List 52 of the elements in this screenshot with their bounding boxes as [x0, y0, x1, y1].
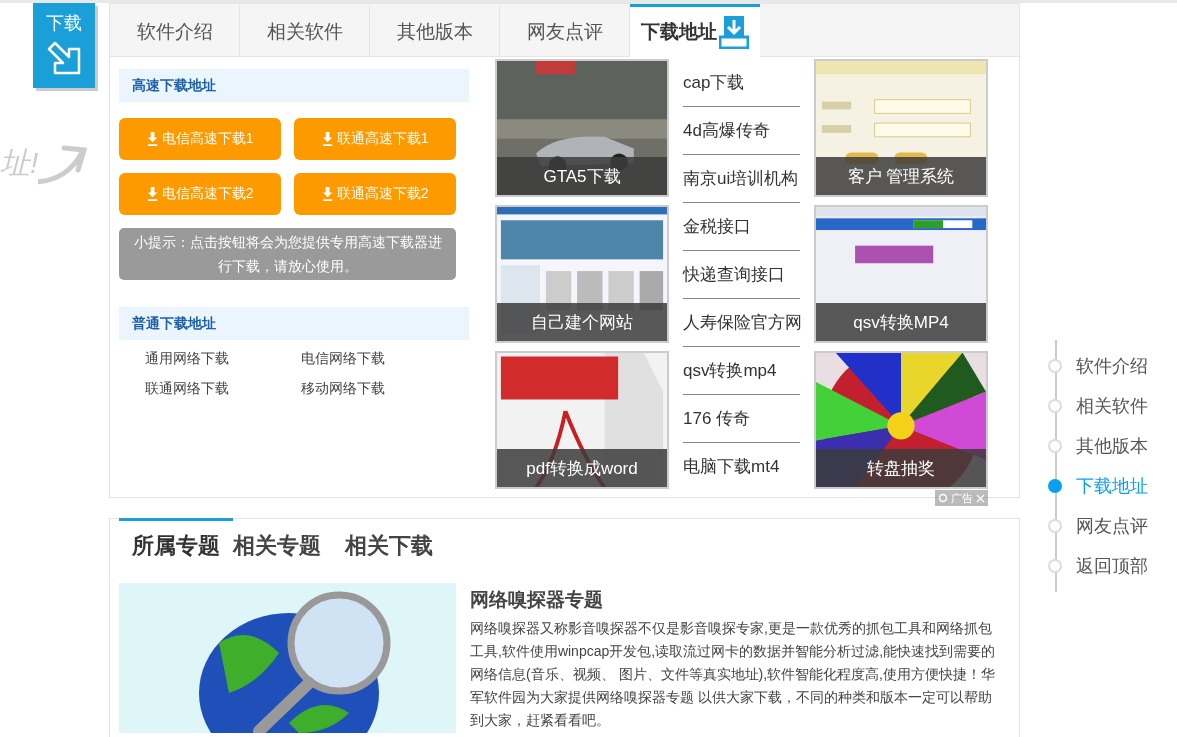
tab[interactable]: 下载地址 — [630, 4, 760, 57]
download-icon — [321, 187, 333, 201]
tile-caption: 自己建个网站 — [497, 303, 667, 341]
side-nav-item[interactable]: 软件介绍 — [1047, 354, 1177, 378]
side-nav-item[interactable]: 相关软件 — [1047, 394, 1177, 418]
ad-link[interactable]: 电脑下载mt4 — [683, 443, 800, 490]
side-nav-item[interactable]: 网友点评 — [1047, 514, 1177, 538]
download-icon — [146, 187, 158, 201]
side-nav-item[interactable]: 其他版本 — [1047, 434, 1177, 458]
section-heading: 普通下载地址 — [119, 307, 469, 340]
download-link[interactable]: 移动网络下载 — [301, 378, 457, 398]
ad-tile[interactable]: 转盘抽奖 — [814, 351, 988, 489]
topic-title: 网络嗅探器专题 — [470, 588, 604, 613]
ad-link[interactable]: 176 传奇 — [683, 395, 800, 443]
download-link[interactable]: 电信网络下载 — [301, 348, 457, 368]
ad-link[interactable]: 人寿保险官方网 — [683, 299, 800, 347]
settings-icon — [938, 493, 948, 503]
download-link[interactable]: 联通网络下载 — [145, 378, 301, 398]
download-icon — [146, 132, 158, 146]
tab[interactable]: 相关软件 — [240, 4, 370, 57]
tab[interactable]: 软件介绍 — [110, 4, 240, 57]
ad-link[interactable]: 快递查询接口 — [683, 251, 800, 299]
ad-tile[interactable]: qsv转换MP4 — [814, 205, 988, 343]
ad-tile[interactable]: 自己建个网站 — [495, 205, 669, 343]
tab[interactable]: 其他版本 — [370, 4, 500, 57]
tile-caption: pdf转换成word — [497, 449, 667, 487]
download-link[interactable]: 通用网络下载 — [145, 348, 301, 368]
tile-caption: 转盘抽奖 — [816, 449, 986, 487]
badge-label: 下载 — [46, 13, 82, 33]
topic-tab[interactable]: 相关下载 — [345, 518, 457, 564]
topic-tab[interactable]: 相关专题 — [233, 518, 345, 564]
ad-link[interactable]: qsv转换mp4 — [683, 347, 800, 395]
ad-link[interactable]: 南京ui培训机构 — [683, 155, 800, 203]
section-heading: 高速下载地址 — [119, 69, 469, 102]
ad-tile[interactable]: pdf转换成word — [495, 351, 669, 489]
ad-tile[interactable]: GTA5下载 — [495, 59, 669, 197]
ad-tile[interactable]: 客户 管理系统 — [814, 59, 988, 197]
download-icon — [719, 15, 749, 49]
ad-link[interactable]: 金税接口 — [683, 203, 800, 251]
arrow-down-right-icon — [45, 39, 83, 77]
side-nav-item[interactable]: 返回顶部 — [1047, 554, 1177, 578]
close-icon — [976, 493, 985, 503]
tile-caption: 客户 管理系统 — [816, 157, 986, 195]
ad-link[interactable]: 4d高爆传奇 — [683, 107, 800, 155]
tip-text: 小提示：点击按钮将会为您提供专用高速下载器进行下载，请放心使用。 — [119, 228, 456, 280]
download-icon — [321, 132, 333, 146]
tile-caption: GTA5下载 — [497, 157, 667, 195]
topic-tab[interactable]: 所属专题 — [119, 518, 233, 564]
topic-description: 网络嗅探器又称影音嗅探器不仅是影音嗅探专家,更是一款优秀的抓包工具和网络抓包工具,软件使用winpcap开发包,读取流过网卡的数据并智能分析过滤,能快速找到需要的网络信息(音乐、视频、 图片、文件等真实地址),软件智能化程度高,使用方便快捷！华军软件园为大家提供网络嗅探器专题 以供大家下载，不同的种类和版本一定可以帮助到大家，赶紧看看吧。 — [470, 619, 997, 731]
ad-link[interactable]: cap下载 — [683, 59, 800, 107]
tile-caption: qsv转换MP4 — [816, 303, 986, 341]
ad-label: 广告 — [951, 490, 973, 506]
